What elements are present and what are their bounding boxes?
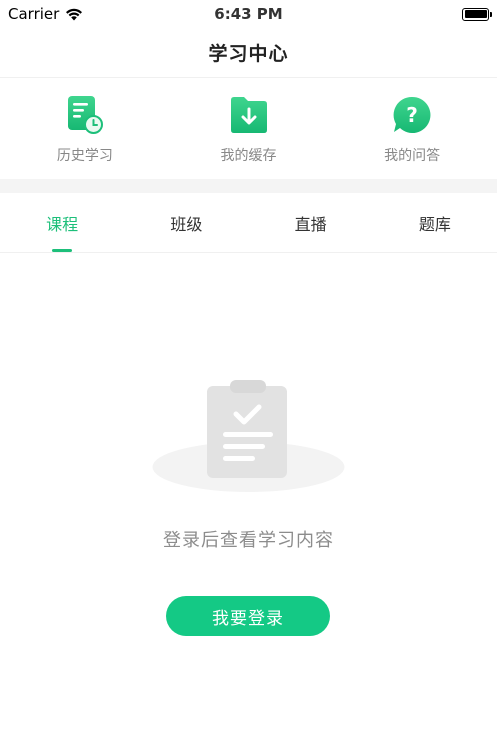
quick-entry-label: 我的问答 [384,148,441,164]
tab-classes[interactable]: 班级 [124,193,248,252]
battery-icon [462,7,492,21]
download-folder-icon [230,97,267,133]
quick-entry-qa[interactable]: ? 我的问答 [330,79,494,179]
history-document-icon [67,96,103,134]
wifi-icon [66,8,83,20]
quick-entry-label: 历史学习 [56,148,113,164]
learning-center-screen: Carrier 6:43 PM 学习中心 历史学习 我的缓存 ? 我的问答 课程… [0,0,497,730]
tab-label: 班级 [170,214,203,234]
active-tab-indicator [52,249,73,252]
quick-entry-history[interactable]: 历史学习 [3,79,167,179]
empty-state-message: 登录后查看学习内容 [163,530,334,551]
tab-label: 课程 [46,214,79,234]
svg-text:?: ? [406,103,418,127]
login-button[interactable]: 我要登录 [166,596,330,636]
quick-entry-cache[interactable]: 我的缓存 [167,79,331,179]
clipboard-check-icon [152,380,345,492]
question-bubble-icon: ? [393,96,431,133]
battery-level [464,10,487,18]
quick-entry-row: 历史学习 我的缓存 ? 我的问答 [0,79,497,179]
quick-entry-label: 我的缓存 [220,148,277,164]
tab-label: 题库 [418,214,451,234]
section-divider [0,179,497,193]
tab-label: 直播 [294,214,327,234]
status-bar: Carrier [0,0,497,28]
tab-bar: 课程 班级 直播 题库 [0,193,497,253]
tab-courses[interactable]: 课程 [0,193,124,252]
page-title: 学习中心 [208,43,289,65]
carrier-label: Carrier [8,5,60,23]
status-left: Carrier [8,5,83,23]
nav-bar: 学习中心 [0,28,497,78]
tab-question-bank[interactable]: 题库 [373,193,497,252]
tab-live[interactable]: 直播 [249,193,373,252]
